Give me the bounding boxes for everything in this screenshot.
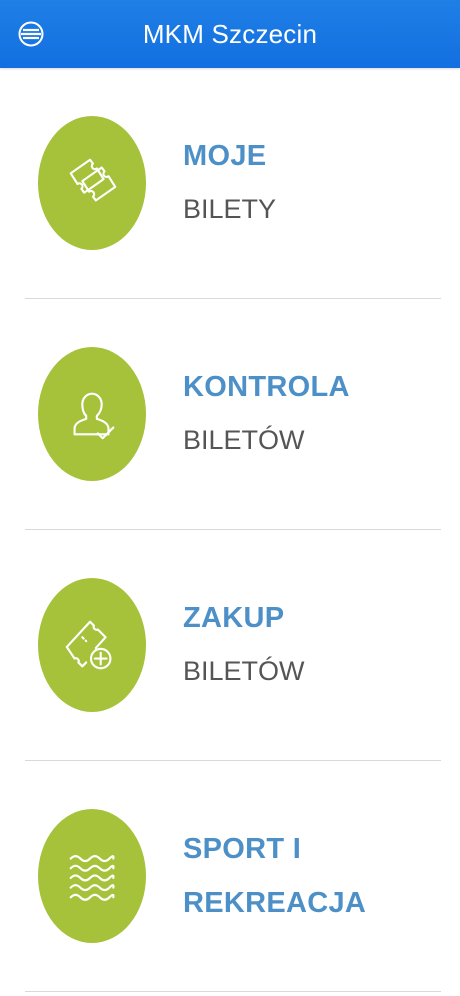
- ticket-control-title: KONTROLA: [183, 371, 350, 403]
- ticket-control-badge: [38, 347, 146, 481]
- menu-item-buy-tickets[interactable]: ZAKUP BILETÓW: [0, 530, 460, 761]
- buy-tickets-subtitle: BILETÓW: [183, 656, 305, 686]
- waves-icon: [69, 855, 115, 901]
- my-tickets-badge: [38, 116, 146, 250]
- menu-item-sport-recreation[interactable]: SPORT I REKREACJA: [0, 761, 460, 992]
- app-title: MKM Szczecin: [142, 19, 318, 49]
- my-tickets-subtitle: BILETY: [183, 194, 277, 224]
- sport-recreation-subtitle: REKREACJA: [183, 887, 367, 919]
- my-tickets-title: MOJE: [183, 140, 267, 172]
- ticket-add-icon: [65, 620, 112, 670]
- buy-tickets-badge: [38, 578, 146, 712]
- main-menu: MOJE BILETY KONTROLA BILETÓW ZAKUP BILET…: [0, 68, 460, 992]
- menu-item-ticket-control[interactable]: KONTROLA BILETÓW: [0, 299, 460, 530]
- ticket-control-subtitle: BILETÓW: [183, 425, 305, 455]
- menu-item-my-tickets[interactable]: MOJE BILETY: [0, 68, 460, 299]
- app-header: MKM Szczecin: [0, 0, 460, 68]
- user-check-icon: [73, 392, 115, 440]
- buy-tickets-title: ZAKUP: [183, 602, 285, 634]
- sport-recreation-badge: [38, 809, 146, 943]
- tickets-icon: [69, 158, 117, 202]
- divider: [25, 991, 441, 992]
- sport-recreation-title: SPORT I: [183, 833, 302, 865]
